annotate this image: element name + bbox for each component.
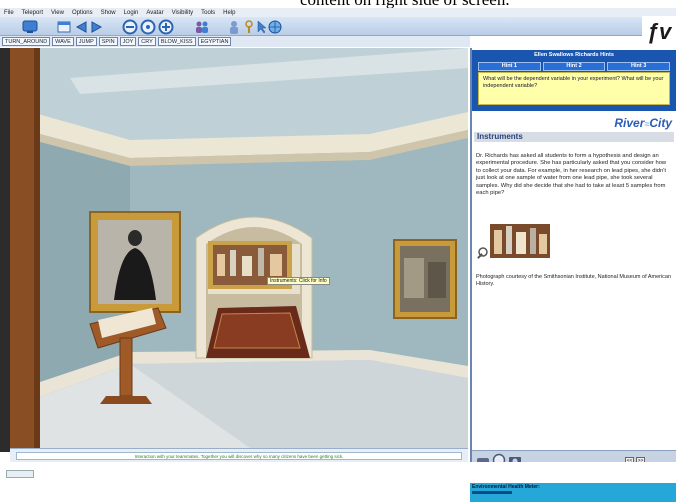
back-arrow-icon[interactable] xyxy=(74,19,88,34)
menu-show[interactable]: Show xyxy=(101,10,116,16)
hint-question: What will be the dependent variable in y… xyxy=(478,72,670,105)
left-border xyxy=(0,48,10,452)
brand-city: City xyxy=(649,116,672,130)
health-meter-bar xyxy=(472,491,512,494)
cursor-icon[interactable] xyxy=(256,19,268,34)
camera-icon[interactable] xyxy=(508,453,522,462)
menu-view[interactable]: View xyxy=(51,10,64,16)
magnifier-tool-icon[interactable] xyxy=(492,453,506,462)
menu-teleport[interactable]: Teleport xyxy=(22,10,43,16)
hint-tabs: Hint 1 Hint 2 Hint 3 xyxy=(478,62,671,71)
taskbar-button[interactable] xyxy=(6,470,34,478)
tab-hint-3[interactable]: Hint 3 xyxy=(607,62,671,71)
gesture-button-egyptian[interactable]: EGYPTIAN xyxy=(197,37,232,46)
gesture-button-spin[interactable]: SPIN xyxy=(98,37,118,46)
virtual-world-viewport[interactable]: Instruments: Click for Info xyxy=(10,48,468,448)
lectern-post xyxy=(119,337,133,397)
people-icon[interactable] xyxy=(194,19,210,34)
menu-bar: File Teleport View Options Show Login Av… xyxy=(0,8,676,17)
gesture-button-wave[interactable]: WAVE xyxy=(52,37,74,46)
window-icon[interactable] xyxy=(57,19,71,34)
app-logo: ƒv xyxy=(642,16,676,48)
tab-hint-2[interactable]: Hint 2 xyxy=(542,62,606,71)
person-icon[interactable] xyxy=(228,19,240,34)
section-body: Dr. Richards has asked all students to f… xyxy=(476,153,667,197)
column-edge xyxy=(34,48,40,448)
menu-avatar[interactable]: Avatar xyxy=(146,10,163,16)
photo-credit: Photograph courtesy of the Smithsonian I… xyxy=(476,274,672,287)
status-bar: Interaction with your teammates. Togethe… xyxy=(10,448,468,462)
zoom-out-icon[interactable] xyxy=(122,19,138,34)
zoom-reset-icon[interactable] xyxy=(140,19,156,34)
menu-help[interactable]: Help xyxy=(223,10,235,16)
car-icon[interactable] xyxy=(476,453,490,462)
museum-scene xyxy=(10,48,468,448)
gesture-button-jump[interactable]: JUMP xyxy=(75,37,97,46)
gesture-button-cry[interactable]: CRY xyxy=(138,37,156,46)
next-page-button[interactable]: >> xyxy=(636,457,645,462)
lectern-base xyxy=(100,396,152,404)
footer-icons xyxy=(476,453,522,462)
pager: << >> xyxy=(625,457,645,462)
monitor-icon[interactable] xyxy=(22,19,38,34)
logo-glyph: ƒv xyxy=(646,19,672,44)
key-icon[interactable] xyxy=(243,19,255,34)
health-meter-label: Environmental Health Meter: xyxy=(472,484,540,490)
info-panel: Ellen Swallows Richards Hints Hint 1 Hin… xyxy=(470,48,676,462)
menu-visibility[interactable]: Visibility xyxy=(172,10,194,16)
forward-arrow-icon[interactable] xyxy=(90,19,104,34)
brand-river: River xyxy=(614,116,645,130)
object-tooltip: Instruments: Click for Info xyxy=(267,277,330,285)
panel-footer: << >> xyxy=(472,450,676,462)
gesture-button-blow-kiss[interactable]: BLOW_KISS xyxy=(157,37,196,46)
hints-box: Ellen Swallows Richards Hints Hint 1 Hin… xyxy=(472,50,676,111)
section-title: Instruments xyxy=(474,132,674,142)
globe-icon[interactable] xyxy=(268,19,282,34)
menu-tools[interactable]: Tools xyxy=(201,10,215,16)
tab-hint-1[interactable]: Hint 1 xyxy=(478,62,541,71)
menu-file[interactable]: File xyxy=(4,10,14,16)
hints-title: Ellen Swallows Richards Hints xyxy=(534,52,614,58)
menu-options[interactable]: Options xyxy=(72,10,93,16)
menu-login[interactable]: Login xyxy=(124,10,139,16)
gesture-bar: TURN_AROUND WAVE JUMP SPIN JOY CRY BLOW_… xyxy=(0,36,470,47)
prev-page-button[interactable]: << xyxy=(625,457,634,462)
toolbar xyxy=(0,17,676,36)
instruments-photo[interactable] xyxy=(476,222,552,262)
brand-logo: River≈City xyxy=(614,116,672,130)
status-message: Interaction with your teammates. Togethe… xyxy=(16,452,462,460)
zoom-in-icon[interactable] xyxy=(158,19,174,34)
gesture-button-turn-around[interactable]: TURN_AROUND xyxy=(2,37,51,46)
gesture-button-joy[interactable]: JOY xyxy=(119,37,137,46)
health-meter: Environmental Health Meter: xyxy=(470,483,676,502)
